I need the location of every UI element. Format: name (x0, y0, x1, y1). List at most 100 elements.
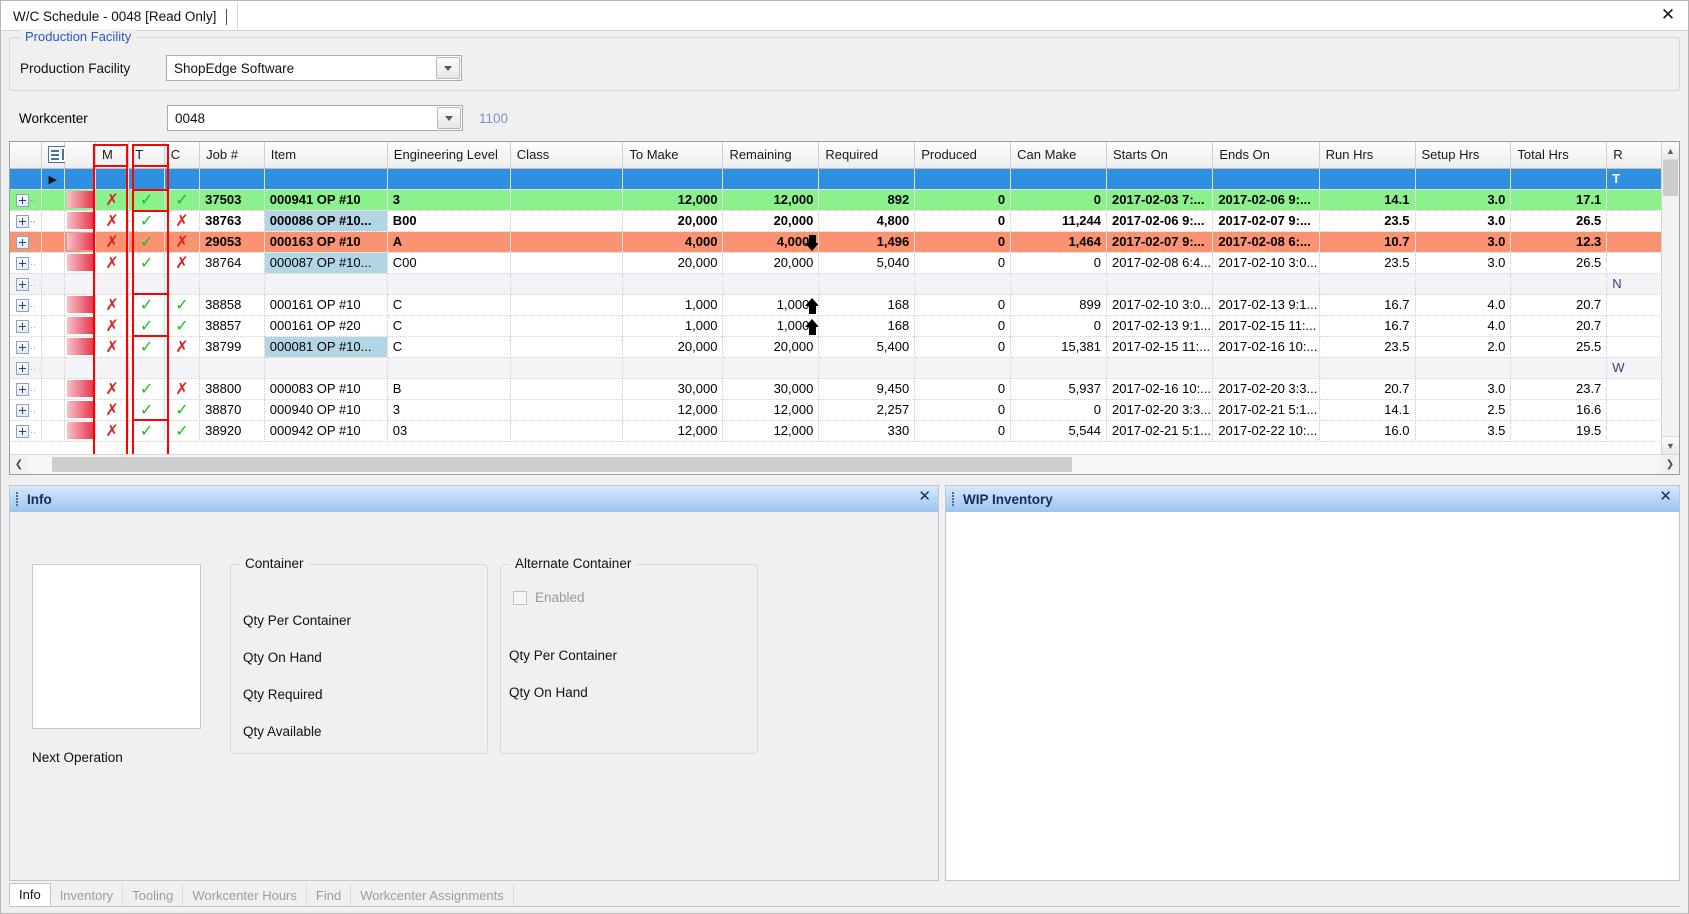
cell-flag-c[interactable] (164, 273, 201, 295)
row-expand-button[interactable]: ·· (10, 294, 42, 316)
cell-flag-t[interactable] (128, 168, 165, 190)
header-to-make[interactable]: To Make (622, 142, 724, 169)
grid-horizontal-scrollbar[interactable]: ❮ ❯ (10, 454, 1679, 474)
cell-flag-t[interactable]: ✓ (128, 336, 165, 358)
header-item[interactable]: Item (264, 142, 388, 169)
vscroll-track[interactable] (1662, 160, 1679, 436)
production-facility-select[interactable]: ShopEdge Software (166, 55, 462, 81)
table-row[interactable]: ·· ✗ ✓ ✗ 38764 000087 OP #10... C00 20,000 20,00… (10, 252, 1661, 274)
row-expand-button[interactable]: ·· (10, 210, 42, 232)
header-can-make[interactable]: Can Make (1010, 142, 1107, 169)
header-r[interactable]: R (1606, 142, 1661, 169)
header-m[interactable]: M (95, 142, 130, 169)
drag-handle-icon[interactable] (16, 492, 20, 506)
table-row[interactable]: ·· ✗ ✓ ✓ 38920 000942 OP #10 03 12,000 12,000 330… (10, 420, 1661, 442)
tab-info[interactable]: Info (9, 883, 51, 906)
header-t[interactable]: T (128, 142, 165, 169)
cell-flag-t[interactable]: ✓ (128, 420, 165, 442)
table-row[interactable]: ·· ✗ ✓ ✓ 37503 000941 OP #10 3 12,000 12,000 892 0… (10, 189, 1661, 211)
header-starts-on[interactable]: Starts On (1106, 142, 1214, 169)
header-setup-hrs[interactable]: Setup Hrs (1415, 142, 1512, 169)
tab-find[interactable]: Find (307, 884, 352, 906)
hscroll-track[interactable] (28, 455, 1661, 474)
cell-flag-m[interactable]: ✗ (95, 189, 130, 211)
header-engineering-level[interactable]: Engineering Level (387, 142, 511, 169)
chevron-down-icon[interactable] (437, 107, 461, 129)
table-row[interactable]: ·· ✗ ✓ ✓ 38858 000161 OP #10 C 1,000 1,000 168 0 89… (10, 294, 1661, 316)
header-remaining[interactable]: Remaining (722, 142, 820, 169)
grid-vertical-scrollbar[interactable]: ▲ ▼ (1661, 142, 1679, 454)
close-icon[interactable]: ✕ (918, 489, 931, 504)
table-row[interactable]: ·· ✗ ✓ ✗ 38800 000083 OP #10 B 30,000 30,000 9,45… (10, 378, 1661, 400)
close-icon[interactable]: ✕ (1659, 489, 1672, 504)
cell-flag-m[interactable]: ✗ (95, 210, 130, 232)
header-ends-on[interactable]: Ends On (1212, 142, 1320, 169)
scroll-up-icon[interactable]: ▲ (1662, 142, 1679, 160)
close-icon[interactable]: ✕ (1656, 3, 1680, 27)
table-row[interactable]: ·· ✗ ✓ ✗ 38763 000086 OP #10... B00 20,000 20,00… (10, 210, 1661, 232)
tab-tooling[interactable]: Tooling (123, 884, 184, 906)
table-row[interactable]: ·· W (10, 357, 1661, 379)
cell-flag-m[interactable] (95, 273, 130, 295)
cell-flag-c[interactable]: ✗ (164, 210, 201, 232)
header-c[interactable]: C (164, 142, 201, 169)
cell-flag-c[interactable]: ✗ (164, 252, 201, 274)
cell-flag-m[interactable] (95, 357, 130, 379)
cell-flag-t[interactable]: ✓ (128, 378, 165, 400)
row-expand-button[interactable]: ·· (10, 231, 42, 253)
tab-workcenter-hours[interactable]: Workcenter Hours (183, 884, 307, 906)
cell-flag-m[interactable]: ✗ (95, 378, 130, 400)
scroll-right-icon[interactable]: ❯ (1661, 455, 1679, 474)
cell-flag-t[interactable]: ✓ (128, 294, 165, 316)
cell-flag-m[interactable]: ✗ (95, 294, 130, 316)
field-chooser-icon[interactable] (41, 142, 67, 169)
row-expand-button[interactable]: ·· (10, 273, 42, 295)
row-expand-button[interactable] (10, 168, 42, 190)
document-tab[interactable]: W/C Schedule - 0048 [Read Only] (1, 1, 239, 30)
chevron-down-icon[interactable] (436, 57, 460, 79)
table-row[interactable]: ▶ T (10, 168, 1661, 190)
row-expand-button[interactable]: ·· (10, 336, 42, 358)
cell-flag-c[interactable]: ✓ (164, 189, 201, 211)
header-total-hrs[interactable]: Total Hrs (1510, 142, 1608, 169)
hscroll-thumb[interactable] (52, 457, 1072, 472)
cell-flag-m[interactable]: ✗ (95, 420, 130, 442)
cell-flag-c[interactable]: ✗ (164, 336, 201, 358)
table-row[interactable]: ·· ✗ ✓ ✗ 29053 000163 OP #10 A 4,000 4,000 1,496 0… (10, 231, 1661, 253)
scroll-down-icon[interactable]: ▼ (1662, 436, 1679, 454)
cell-flag-t[interactable]: ✓ (128, 399, 165, 421)
cell-flag-c[interactable]: ✓ (164, 399, 201, 421)
header-class[interactable]: Class (510, 142, 624, 169)
row-expand-button[interactable]: ·· (10, 189, 42, 211)
cell-flag-m[interactable]: ✗ (95, 336, 130, 358)
scroll-left-icon[interactable]: ❮ (10, 455, 28, 474)
cell-flag-m[interactable]: ✗ (95, 231, 130, 253)
cell-flag-c[interactable] (164, 357, 201, 379)
cell-flag-m[interactable]: ✗ (95, 399, 130, 421)
cell-flag-c[interactable]: ✗ (164, 378, 201, 400)
table-row[interactable]: ·· ✗ ✓ ✓ 38857 000161 OP #20 C 1,000 1,000 168 0 0 2… (10, 315, 1661, 337)
cell-flag-m[interactable]: ✗ (95, 315, 130, 337)
row-expand-button[interactable]: ·· (10, 378, 42, 400)
alternate-container-enabled-row[interactable]: Enabled (513, 590, 585, 605)
cell-flag-c[interactable] (164, 168, 201, 190)
cell-flag-c[interactable]: ✓ (164, 294, 201, 316)
cell-flag-m[interactable]: ✗ (95, 252, 130, 274)
tab-workcenter-assignments[interactable]: Workcenter Assignments (351, 884, 514, 906)
cell-flag-t[interactable]: ✓ (128, 315, 165, 337)
cell-flag-m[interactable] (95, 168, 130, 190)
cell-flag-c[interactable]: ✓ (164, 420, 201, 442)
row-expand-button[interactable]: ·· (10, 357, 42, 379)
table-row[interactable]: ·· ✗ ✓ ✗ 38799 000081 OP #10... C 20,000 20,000 5… (10, 336, 1661, 358)
vscroll-thumb[interactable] (1663, 160, 1678, 196)
header-required[interactable]: Required (818, 142, 916, 169)
table-row[interactable]: ·· ✗ ✓ ✓ 38870 000940 OP #10 3 12,000 12,000 2,25… (10, 399, 1661, 421)
cell-flag-t[interactable]: ✓ (128, 252, 165, 274)
cell-flag-t[interactable] (128, 273, 165, 295)
cell-flag-t[interactable] (128, 357, 165, 379)
cell-flag-t[interactable]: ✓ (128, 189, 165, 211)
table-row[interactable]: ·· N (10, 273, 1661, 295)
cell-flag-t[interactable]: ✓ (128, 210, 165, 232)
row-expand-button[interactable]: ·· (10, 315, 42, 337)
row-expand-button[interactable]: ·· (10, 420, 42, 442)
